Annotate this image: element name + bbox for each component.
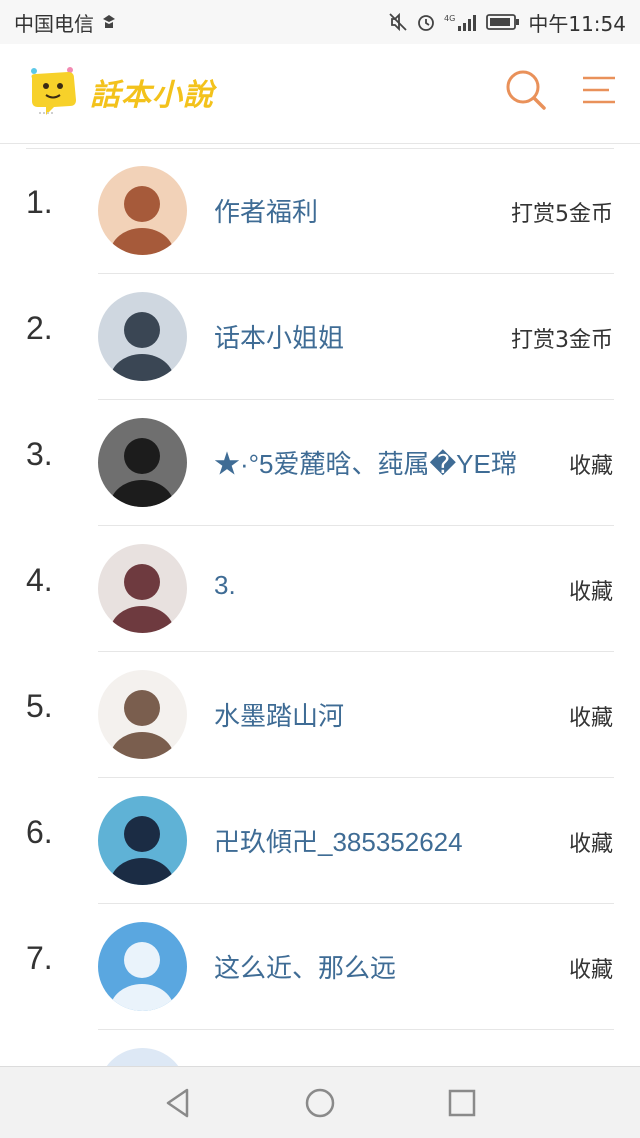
avatar-image (98, 166, 187, 255)
reward-label: 打赏3金币 (511, 328, 613, 353)
carrier-label: 中国电信 (14, 11, 94, 36)
reward-label: 收藏 (568, 958, 613, 983)
rank-number: 3. (26, 436, 53, 472)
alarm-icon (416, 12, 436, 32)
rank-number: 7. (26, 940, 53, 976)
signal-icon: 4G (444, 12, 478, 32)
mute-icon (388, 12, 408, 32)
network-type: 4G (444, 14, 455, 23)
menu-icon (583, 76, 615, 104)
home-icon (305, 1088, 335, 1118)
recents-icon (448, 1089, 476, 1117)
back-button[interactable] (160, 1085, 196, 1121)
user-name-link[interactable]: 作者福利 (214, 192, 318, 229)
search-icon (506, 70, 546, 110)
user-name-link[interactable]: 水墨踏山河 (214, 696, 344, 733)
avatar-image (98, 292, 187, 381)
list-item[interactable]: 5. 水墨踏山河 收藏 (0, 652, 640, 778)
back-icon (166, 1088, 189, 1118)
rank-number: 6. (26, 814, 53, 850)
rank-number: 2. (26, 310, 53, 346)
user-name-link[interactable]: ★·°5爱麓晗、莼属�YE瑺 (214, 444, 517, 481)
avatar[interactable] (98, 544, 187, 633)
user-name-link[interactable]: 卍玖傾卍_385352624 (214, 822, 463, 859)
reward-label: 收藏 (568, 706, 613, 731)
reward-label: 打赏5金币 (511, 202, 613, 227)
menu-button[interactable] (575, 66, 623, 114)
user-name-link[interactable]: 话本小姐姐 (214, 318, 344, 355)
logo-title: 話本小說 (90, 78, 214, 113)
home-button[interactable] (302, 1085, 338, 1121)
list-item[interactable]: 7. 这么近、那么远 收藏 (0, 904, 640, 1030)
app-header: 話本小說 (0, 44, 640, 144)
carrier-group: 中国电信 (14, 8, 118, 37)
system-nav-bar (0, 1066, 640, 1138)
rank-number: 4. (26, 562, 53, 598)
battery-icon (486, 13, 520, 31)
avatar[interactable] (98, 418, 187, 507)
status-icons: 4G 中午11:54 (388, 8, 626, 37)
user-name-link[interactable]: 3. (214, 570, 236, 601)
reward-label: 收藏 (568, 832, 613, 857)
status-bar: 中国电信 4G 中午11:54 (0, 0, 640, 44)
clock: 中午11:54 (528, 11, 626, 36)
avatar[interactable] (98, 796, 187, 885)
avatar-image (98, 544, 187, 633)
logo-mascot-icon (24, 62, 82, 122)
list-item[interactable]: 6. 卍玖傾卍_385352624 收藏 (0, 778, 640, 904)
search-button[interactable] (502, 66, 550, 114)
list-item[interactable]: 4. 3. 收藏 (0, 526, 640, 652)
reward-label: 收藏 (568, 454, 613, 479)
sim-icon (100, 13, 118, 31)
avatar[interactable] (98, 292, 187, 381)
avatar[interactable] (98, 670, 187, 759)
rank-number: 1. (26, 184, 53, 220)
avatar[interactable] (98, 922, 187, 1011)
rank-number: 5. (26, 688, 53, 724)
list-item[interactable]: 2. 话本小姐姐 打赏3金币 (0, 274, 640, 400)
avatar-image (98, 922, 187, 1011)
avatar-image (98, 670, 187, 759)
reward-label: 收藏 (568, 580, 613, 605)
avatar-image (98, 418, 187, 507)
user-name-link[interactable]: 这么近、那么远 (214, 948, 396, 985)
avatar[interactable] (98, 166, 187, 255)
avatar-image (98, 796, 187, 885)
app-logo[interactable]: 話本小說 (24, 62, 214, 122)
list-item[interactable]: 3. ★·°5爱麓晗、莼属�YE瑺 收藏 (0, 400, 640, 526)
list-item[interactable]: 1. 作者福利 打赏5金币 (0, 148, 640, 274)
recents-button[interactable] (444, 1085, 480, 1121)
